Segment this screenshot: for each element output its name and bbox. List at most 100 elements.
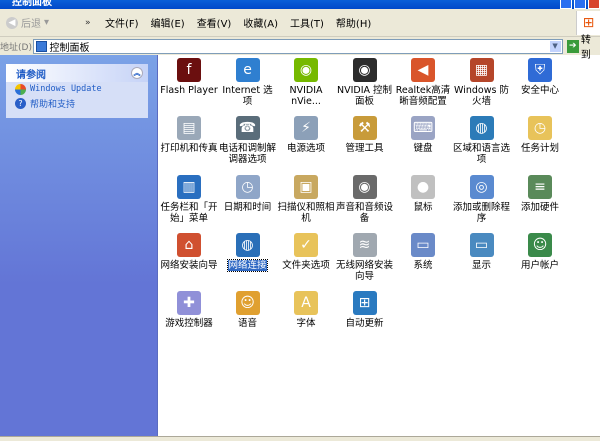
- address-dropdown-icon[interactable]: ▼: [549, 40, 561, 52]
- menu-view[interactable]: 查看(V): [197, 15, 232, 30]
- control-panel-item[interactable]: ⚡ 电源选项: [277, 113, 335, 154]
- control-panel-item[interactable]: f Flash Player: [160, 55, 218, 96]
- menu-file[interactable]: 文件(F): [105, 15, 139, 30]
- window-title: 控制面板: [12, 0, 52, 8]
- control-panel-item[interactable]: ◉ 声音和音频设备: [336, 172, 394, 224]
- task-pane: 请参阅 ︽ Windows Update ? 帮助和支持: [0, 55, 158, 436]
- control-panel-item[interactable]: ⊞ 自动更新: [336, 288, 394, 329]
- address-input[interactable]: 控制面板 ▼: [32, 38, 563, 54]
- item-icon: ●: [411, 175, 435, 199]
- item-label: Windows 防火墙: [454, 85, 509, 107]
- item-icon: ◍: [469, 116, 494, 140]
- back-arrow-icon: ◀: [6, 16, 18, 29]
- item-icon: ☺: [528, 233, 552, 257]
- control-panel-item[interactable]: ◎ 添加或删除程序: [453, 172, 511, 224]
- windows-update-icon: [15, 83, 26, 95]
- control-panel-item[interactable]: e Internet 选项: [219, 55, 277, 107]
- link-windows-update[interactable]: Windows Update: [6, 82, 148, 96]
- item-label: 添加或删除程序: [452, 202, 510, 224]
- control-panel-item[interactable]: ▭ 系统: [394, 230, 452, 271]
- item-icon: f: [177, 58, 201, 82]
- toolbar-overflow-chevron[interactable]: »: [85, 18, 97, 28]
- item-icon: ☺: [235, 291, 260, 315]
- control-panel-item[interactable]: ▥ 任务栏和「开始」菜单: [160, 172, 218, 224]
- item-icon: ◉: [352, 175, 377, 199]
- control-panel-item[interactable]: ✚ 游戏控制器: [160, 288, 218, 329]
- item-icon: ⊞: [352, 291, 377, 315]
- item-icon: ◍: [235, 233, 260, 257]
- item-icon: ◉: [294, 58, 318, 82]
- item-icon: ⚒: [352, 116, 377, 140]
- item-label: Internet 选项: [222, 85, 273, 107]
- item-label: NVIDIA 控制面板: [336, 85, 393, 107]
- item-label: 字体: [296, 318, 316, 329]
- address-value: 控制面板: [49, 42, 90, 54]
- item-label: 无线网络安装向导: [335, 260, 393, 282]
- control-panel-item[interactable]: ◉ NVIDIA nVie...: [277, 55, 335, 107]
- item-icon: ▤: [177, 116, 201, 140]
- menu-favorites[interactable]: 收藏(A): [243, 15, 278, 30]
- see-also-header[interactable]: 请参阅 ︽: [6, 64, 148, 82]
- link-label: Windows Update: [30, 84, 102, 94]
- collapse-icon[interactable]: ︽: [131, 67, 143, 79]
- control-panel-item[interactable]: ≋ 无线网络安装向导: [336, 230, 394, 282]
- item-label: Flash Player: [160, 85, 218, 96]
- control-panel-item[interactable]: ⌂ 网络安装向导: [160, 230, 218, 271]
- go-arrow-icon: ➔: [566, 39, 579, 53]
- see-also-panel: 请参阅 ︽ Windows Update ? 帮助和支持: [6, 64, 148, 118]
- control-panel-item[interactable]: ◉ NVIDIA 控制面板: [336, 55, 394, 107]
- item-label: 键盘: [413, 143, 433, 154]
- item-icon: ✓: [294, 233, 318, 257]
- link-help-support[interactable]: ? 帮助和支持: [6, 96, 148, 110]
- control-panel-item[interactable]: ✓ 文件夹选项: [277, 230, 335, 271]
- control-panel-item[interactable]: ● 鼠标: [394, 172, 452, 213]
- item-icon: ⌨: [411, 116, 435, 140]
- back-dropdown-icon[interactable]: ▾: [44, 17, 49, 28]
- control-panel-item[interactable]: ⛨ 安全中心: [511, 55, 569, 96]
- item-label: 鼠标: [413, 202, 433, 213]
- item-icon: ☎: [235, 116, 260, 140]
- back-button[interactable]: ◀ 后退 ▾: [0, 15, 85, 30]
- control-panel-item[interactable]: ▤ 打印机和传真: [160, 113, 218, 154]
- item-label: NVIDIA nVie...: [289, 85, 323, 107]
- address-label: 地址(D): [0, 42, 32, 53]
- control-panel-item[interactable]: A 字体: [277, 288, 335, 329]
- control-panel-item[interactable]: ☺ 语音: [219, 288, 277, 329]
- minimize-button[interactable]: [560, 0, 572, 9]
- item-icon: e: [235, 58, 260, 82]
- control-panel-item[interactable]: ◀ Realtek高清晰音频配置: [394, 55, 452, 107]
- toolbar: ◀ 后退 ▾ » 文件(F) 编辑(E) 查看(V) 收藏(A) 工具(T) 帮助(…: [0, 9, 600, 37]
- control-panel-item[interactable]: ⚒ 管理工具: [336, 113, 394, 154]
- control-panel-item[interactable]: ⌨ 键盘: [394, 113, 452, 154]
- go-button[interactable]: ➔ 转到: [566, 31, 600, 61]
- control-panel-item[interactable]: ▦ Windows 防火墙: [453, 55, 511, 107]
- control-panel-item[interactable]: ◍ 网络连接: [219, 230, 277, 272]
- item-label: 游戏控制器: [165, 318, 213, 329]
- item-icon: ▣: [294, 175, 318, 199]
- item-label: 网络安装向导: [160, 260, 218, 271]
- close-button[interactable]: [588, 0, 600, 9]
- control-panel-item[interactable]: ▣ 扫描仪和照相机: [277, 172, 335, 224]
- item-label: 显示: [471, 260, 491, 271]
- item-icon: ◎: [469, 175, 494, 199]
- item-label: Realtek高清晰音频配置: [395, 85, 451, 107]
- item-icon: ≋: [352, 233, 377, 257]
- control-panel-item[interactable]: ≡ 添加硬件: [511, 172, 569, 213]
- control-panel-item[interactable]: ☎ 电话和调制解调器选项: [219, 113, 277, 165]
- menu-tools[interactable]: 工具(T): [290, 15, 324, 30]
- control-panel-item[interactable]: ◷ 日期和时间: [219, 172, 277, 213]
- menu-help[interactable]: 帮助(H): [336, 15, 371, 30]
- maximize-button[interactable]: [574, 0, 586, 9]
- control-panel-item[interactable]: ▭ 显示: [453, 230, 511, 271]
- item-label: 系统: [413, 260, 433, 271]
- control-panel-item[interactable]: ◷ 任务计划: [511, 113, 569, 154]
- item-icon: ▥: [177, 175, 201, 199]
- item-icon: ⌂: [177, 233, 201, 257]
- control-panel-item[interactable]: ◍ 区域和语言选项: [453, 113, 511, 165]
- item-icon: ▭: [411, 233, 435, 257]
- item-icon: ⛨: [528, 58, 552, 82]
- control-panel-item[interactable]: ☺ 用户帐户: [511, 230, 569, 271]
- menu-edit[interactable]: 编辑(E): [151, 15, 185, 30]
- item-icon: A: [294, 291, 318, 315]
- back-label: 后退: [21, 19, 41, 30]
